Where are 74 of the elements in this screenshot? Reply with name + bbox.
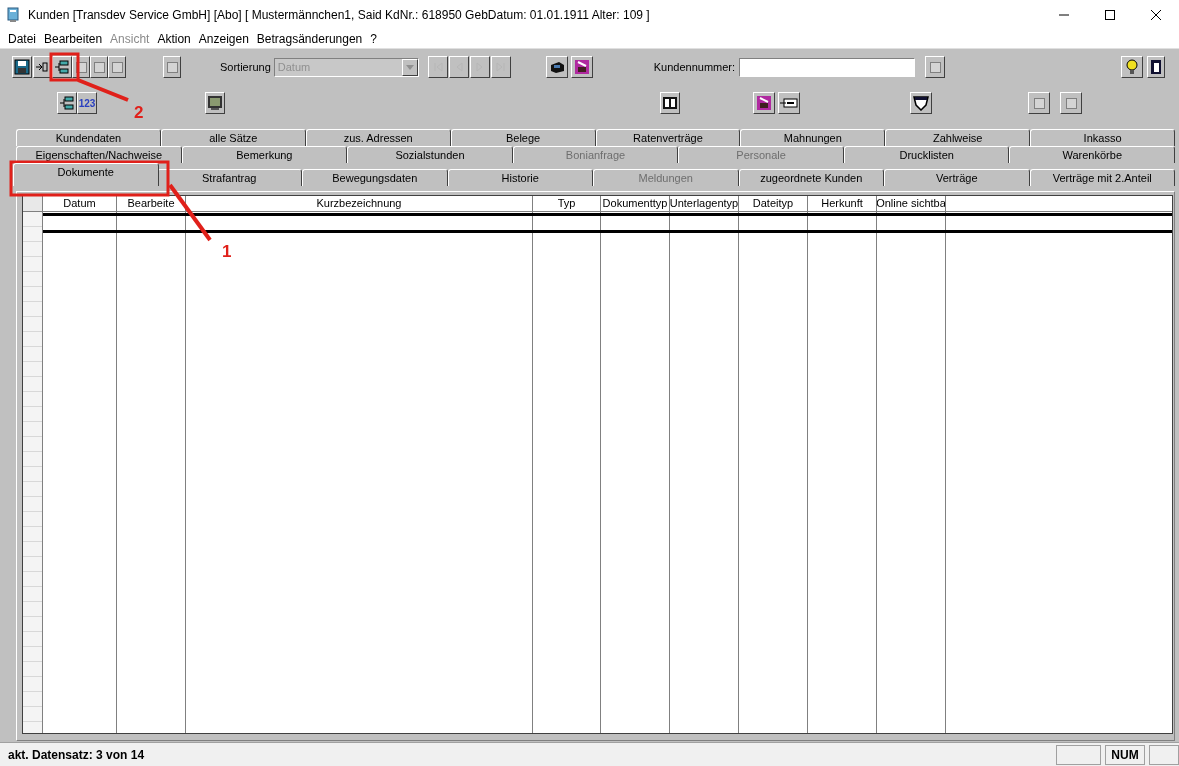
arrow-into-box-icon <box>35 60 49 74</box>
stamp-icon <box>756 95 772 111</box>
blank-icon <box>929 61 941 73</box>
tab[interactable]: zugeordnete Kunden <box>738 169 884 186</box>
tab[interactable]: Strafantrag <box>156 169 302 186</box>
status-text: akt. Datensatz: 3 von 14 <box>8 746 146 764</box>
tab[interactable]: Belege <box>450 129 596 146</box>
help-button[interactable] <box>1121 56 1144 78</box>
book-button[interactable] <box>660 92 680 114</box>
field-label: Kundennummer: <box>653 59 736 75</box>
monitor-icon <box>207 95 223 111</box>
blank-icon <box>166 61 178 73</box>
annotation-number: 2 <box>134 103 144 122</box>
blank-icon <box>93 61 105 73</box>
menu-item[interactable]: Datei <box>4 30 40 48</box>
shield-icon <box>913 95 929 111</box>
tab[interactable]: Dokumente <box>13 163 159 186</box>
tree-structure-button[interactable] <box>57 92 77 114</box>
help-icon <box>1125 59 1140 75</box>
tab[interactable]: Verträge mit 2.Anteil <box>1029 169 1175 186</box>
customer-number-field[interactable] <box>739 57 916 77</box>
shield-button[interactable] <box>910 92 932 114</box>
dropdown-value: Datum <box>276 59 312 75</box>
tab[interactable]: zus. Adressen <box>305 129 451 146</box>
tree-structure-icon <box>59 95 75 111</box>
card-button[interactable] <box>778 92 800 114</box>
status-panel: NUM <box>1105 744 1145 765</box>
tab[interactable]: Verträge <box>884 169 1030 186</box>
tab[interactable]: Ratenverträge <box>595 129 741 146</box>
save-button[interactable] <box>12 56 32 78</box>
tab[interactable]: Sozialstunden <box>347 146 513 163</box>
close-icon <box>1150 9 1162 21</box>
book-icon <box>662 96 678 110</box>
blank-icon <box>75 61 87 73</box>
blank-icon <box>1033 97 1045 109</box>
annotation-number: 1 <box>222 242 232 261</box>
door-icon <box>1150 59 1163 75</box>
blank-icon <box>1065 97 1077 109</box>
window-title: Kunden [Transdev Service GmbH] [Abo] [ Mustermännchen1, Said KdNr.: 618950 GebDatum: 01.01.1911 Alter: 109 ] <box>28 7 650 24</box>
menu-item[interactable]: Bearbeiten <box>40 30 107 48</box>
save-icon <box>14 59 30 75</box>
tab[interactable]: Bemerkung <box>181 146 348 163</box>
maximize-icon <box>1104 9 1116 21</box>
app-icon <box>6 7 20 23</box>
tree-structure-button[interactable] <box>52 56 72 78</box>
tab[interactable]: alle Sätze <box>160 129 306 146</box>
menu-item[interactable]: ? <box>366 30 381 48</box>
blank-icon <box>111 61 123 73</box>
tab[interactable]: Kundendaten <box>16 129 161 146</box>
tab[interactable]: Historie <box>447 169 593 186</box>
tab[interactable]: Bewegungsdaten <box>302 169 448 186</box>
stamp-button[interactable] <box>753 92 775 114</box>
cassette-icon <box>548 60 565 74</box>
monitor-button[interactable] <box>205 92 225 114</box>
tab[interactable]: Mahnungen <box>740 129 886 146</box>
door-button[interactable] <box>1147 56 1166 78</box>
column-header[interactable]: Online sichtba <box>877 196 946 211</box>
stamp-button[interactable] <box>570 56 593 78</box>
tab[interactable]: Warenkörbe <box>1009 146 1176 163</box>
stamp-icon <box>573 59 590 75</box>
column-header[interactable]: Dokumenttyp <box>601 196 670 211</box>
tab[interactable]: Zahlweise <box>885 129 1031 146</box>
menu-item[interactable]: Anzeigen <box>194 30 253 48</box>
menu-item[interactable]: Aktion <box>153 30 195 48</box>
menu-item[interactable]: Betragsänderungen <box>252 30 367 48</box>
tab[interactable]: Inkasso <box>1030 129 1175 146</box>
tree-structure-icon <box>54 59 70 75</box>
numbering-button[interactable]: 123 <box>77 92 97 114</box>
card-icon <box>780 97 798 109</box>
tab[interactable]: Drucklisten <box>843 146 1010 163</box>
field-label: Sortierung <box>220 59 271 75</box>
cassette-button[interactable] <box>545 56 568 78</box>
column-header[interactable]: Unterlagentyp <box>670 196 739 211</box>
arrow-into-box-button[interactable] <box>33 56 51 78</box>
